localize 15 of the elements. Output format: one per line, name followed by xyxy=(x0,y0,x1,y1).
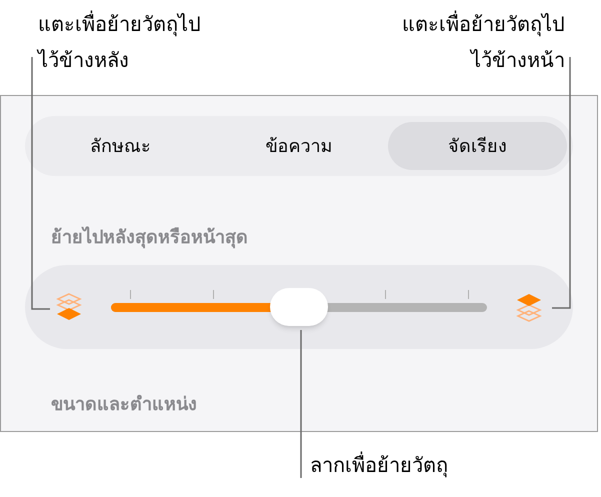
layers-front-icon[interactable] xyxy=(515,292,543,322)
tab[interactable]: ข้อความ xyxy=(210,122,388,170)
tick-mark xyxy=(212,290,214,299)
slider-thumb[interactable] xyxy=(270,288,328,326)
callout-text: แตะเพื่อย้ายวัตถุไป ไว้ข้างหลัง xyxy=(38,10,201,74)
tick-mark xyxy=(468,290,470,299)
tab[interactable]: จัดเรียง xyxy=(388,122,568,170)
section-header: ขนาดและตำแหน่ง xyxy=(51,393,198,417)
tick-mark xyxy=(130,290,131,299)
callout-text: แตะเพื่อย้ายวัตถุไป ไว้ข้างหน้า xyxy=(402,10,565,74)
tick-mark xyxy=(385,290,386,299)
section-header: ย้ายไปหลังสุดหรือหน้าสุด xyxy=(51,225,249,250)
tab[interactable]: ลักษณะ xyxy=(31,122,210,170)
callout-text: ลากเพื่อย้ายวัตถุ xyxy=(310,450,448,480)
layers-back-icon[interactable] xyxy=(55,292,83,322)
